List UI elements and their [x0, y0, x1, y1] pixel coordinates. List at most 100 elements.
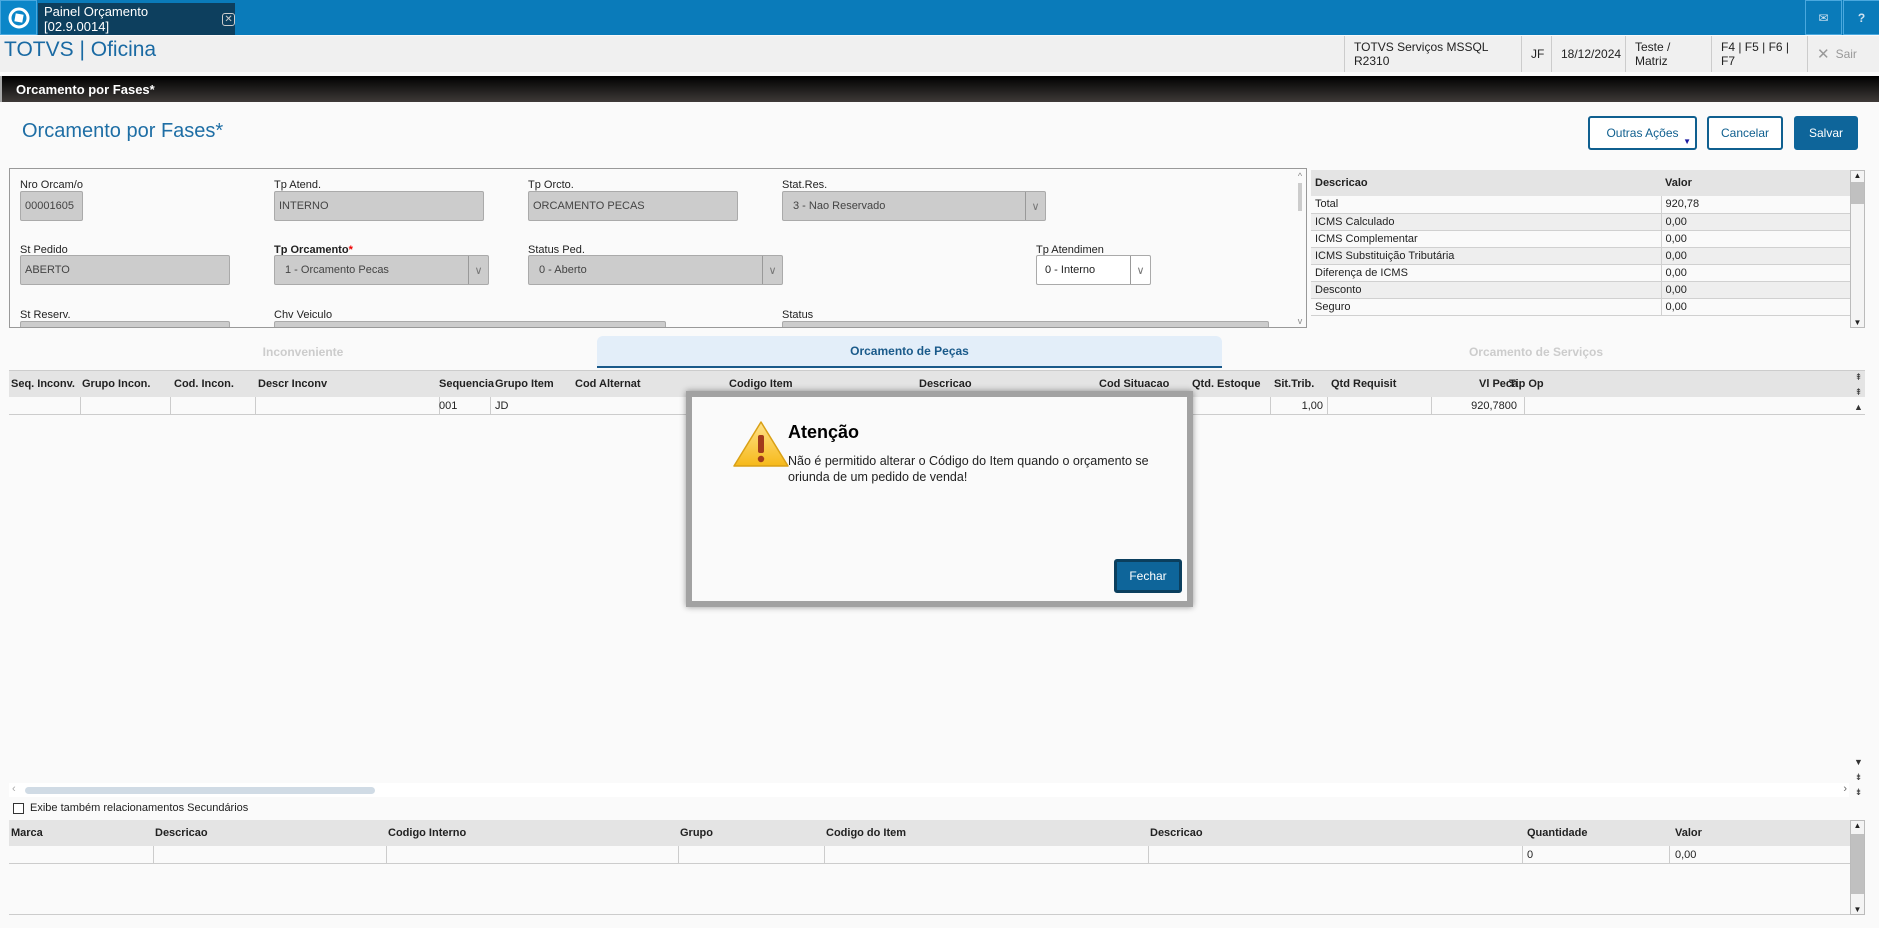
cell-divider	[153, 846, 154, 864]
tab-inconveniente[interactable]: Inconveniente	[9, 336, 597, 368]
chevron-down-icon: ∨	[762, 256, 782, 284]
column-header[interactable]: Grupo Item	[495, 378, 554, 390]
tp-atendimen-value: 0 - Interno	[1045, 264, 1096, 276]
exit-label: Sair	[1835, 47, 1857, 61]
tp-atendimen-select[interactable]: 0 - Interno ∨	[1036, 255, 1151, 285]
column-header[interactable]: Qtd. Estoque	[1192, 378, 1260, 390]
nro-label: Nro Orcam/o	[20, 179, 83, 191]
summary-value: 0,00	[1660, 264, 1850, 282]
status-ped-select[interactable]: 0 - Aberto ∨	[528, 255, 783, 285]
stat-res-label: Stat.Res.	[782, 179, 828, 191]
column-header[interactable]: Valor	[1675, 827, 1702, 839]
column-header[interactable]: Quantidade	[1527, 827, 1588, 839]
mail-icon[interactable]: ✉	[1805, 0, 1842, 35]
totvs-logo-icon[interactable]	[0, 0, 37, 35]
horizontal-scrollbar[interactable]: ‹ ›	[9, 783, 1849, 797]
column-header[interactable]: Grupo Incon.	[82, 378, 150, 390]
summary-row[interactable]: Desconto 0,00	[1311, 281, 1850, 299]
company-info[interactable]: Teste / Matriz	[1625, 36, 1711, 72]
environment-info[interactable]: TOTVS Serviços MSSQL R2310	[1344, 36, 1521, 72]
checkbox[interactable]	[13, 802, 24, 814]
grid-scroll-down-buttons[interactable]: ▼ ⇟ ⇟	[1852, 755, 1865, 800]
cell-vl-peca[interactable]: 920,7800	[1437, 400, 1517, 412]
column-header[interactable]: Grupo	[680, 827, 713, 839]
status-field[interactable]	[782, 321, 1269, 327]
column-header[interactable]: Codigo do Item	[826, 827, 906, 839]
other-actions-button[interactable]: Outras Ações ▼	[1588, 116, 1697, 150]
chevron-right-icon[interactable]: ›	[1843, 783, 1847, 795]
column-header[interactable]: Codigo Interno	[388, 827, 466, 839]
summary-value: 0,00	[1660, 298, 1850, 316]
cell-divider	[1669, 846, 1670, 864]
cell-divider	[386, 846, 387, 864]
cell-divider	[1524, 397, 1525, 415]
column-header[interactable]: Cod Alternat	[575, 378, 641, 390]
app-tab[interactable]: Painel Orçamento [02.9.0014] ✕	[38, 3, 235, 35]
summary-header-valor: Valor	[1661, 170, 1850, 196]
related-grid-scrollbar[interactable]: ▲ ▼	[1850, 820, 1865, 915]
dialog-title: Atenção	[788, 422, 860, 442]
tp-orcamento-value: 1 - Orcamento Pecas	[285, 264, 389, 276]
chv-veiculo-field[interactable]	[274, 321, 666, 327]
close-icon[interactable]: ✕	[222, 12, 235, 26]
column-header[interactable]: Cod. Incon.	[174, 378, 234, 390]
column-header[interactable]: Descricao	[155, 827, 208, 839]
help-icon[interactable]: ?	[1843, 0, 1879, 35]
summary-row[interactable]: Diferença de ICMS 0,00	[1311, 264, 1850, 282]
summary-row[interactable]: ICMS Complementar 0,00	[1311, 230, 1850, 248]
st-reserv-field[interactable]	[20, 321, 230, 327]
chevron-down-icon: ∨	[1130, 256, 1150, 284]
column-header[interactable]: Marca	[11, 827, 43, 839]
summary-row[interactable]: ICMS Substituição Tributária 0,00	[1311, 247, 1850, 265]
column-header[interactable]: Seq. Inconv.	[11, 378, 75, 390]
chv-veiculo-label: Chv Veiculo	[274, 309, 333, 321]
stat-res-select[interactable]: 3 - Nao Reservado ∨	[782, 191, 1046, 221]
tp-orcamento-select[interactable]: 1 - Orcamento Pecas ∨	[274, 255, 489, 285]
user-info[interactable]: JF	[1521, 36, 1551, 72]
date-info[interactable]: 18/12/2024	[1551, 36, 1625, 72]
cell-divider	[1327, 397, 1328, 415]
tp-orcto-field[interactable]: ORCAMENTO PECAS	[528, 191, 738, 221]
summary-scrollbar[interactable]: ▲ ▼	[1850, 170, 1865, 328]
summary-value: 0,00	[1660, 230, 1850, 248]
cell-quantidade[interactable]: 0	[1527, 849, 1533, 861]
column-header[interactable]: Cod Situacao	[1099, 378, 1169, 390]
summary-row[interactable]: Seguro 0,00	[1311, 298, 1850, 316]
cell-divider	[170, 397, 171, 415]
tab-orcamento-servicos[interactable]: Orcamento de Serviços	[1222, 336, 1850, 368]
form-scrollbar[interactable]: ^ v	[1294, 171, 1306, 326]
column-header[interactable]: Descricao	[919, 378, 972, 390]
chevron-down-icon: ∨	[1025, 192, 1045, 220]
shortcuts-info[interactable]: F4 | F5 | F6 | F7	[1711, 36, 1807, 72]
chevron-left-icon[interactable]: ‹	[12, 783, 16, 795]
column-header[interactable]: Descr Inconv	[258, 378, 327, 390]
st-pedido-field[interactable]: ABERTO	[20, 255, 230, 285]
column-header[interactable]: Descricao	[1150, 827, 1203, 839]
nro-field[interactable]: 00001605	[20, 191, 83, 221]
scrollbar-thumb[interactable]	[25, 787, 375, 794]
close-icon: ✕	[1817, 46, 1830, 63]
cancel-button[interactable]: Cancelar	[1707, 116, 1783, 150]
summary-value: 0,00	[1660, 213, 1850, 231]
column-header[interactable]: Qtd Requisit	[1331, 378, 1396, 390]
table-row[interactable]: 0 0,00	[9, 846, 1850, 864]
cell-grupo-item[interactable]: JD	[495, 400, 508, 412]
cell-divider	[255, 397, 256, 415]
exit-button[interactable]: ✕ Sair	[1807, 36, 1879, 72]
grid-scroll-up-buttons[interactable]: ⇞ ⇞ ▲	[1852, 370, 1865, 415]
close-dialog-button[interactable]: Fechar	[1114, 559, 1182, 593]
secondary-checkbox[interactable]: Exibe também relacionamentos Secundários	[13, 802, 248, 814]
tab-orcamento-pecas[interactable]: Orcamento de Peças	[597, 336, 1222, 368]
cell-divider	[80, 397, 81, 415]
column-header[interactable]: Sit.Trib.	[1274, 378, 1314, 390]
cell-sequencia[interactable]: 001	[439, 400, 457, 412]
column-header[interactable]: Tip Op	[1509, 378, 1544, 390]
column-header[interactable]: Codigo Item	[729, 378, 793, 390]
tp-atend-field[interactable]: INTERNO	[274, 191, 484, 221]
cell-qtd-requisit[interactable]: 1,00	[1243, 400, 1323, 412]
save-button[interactable]: Salvar	[1794, 116, 1858, 150]
column-header[interactable]: Sequencia	[439, 378, 494, 390]
summary-row[interactable]: Total 920,78	[1311, 196, 1850, 214]
summary-row[interactable]: ICMS Calculado 0,00	[1311, 213, 1850, 231]
cell-valor[interactable]: 0,00	[1675, 849, 1696, 861]
